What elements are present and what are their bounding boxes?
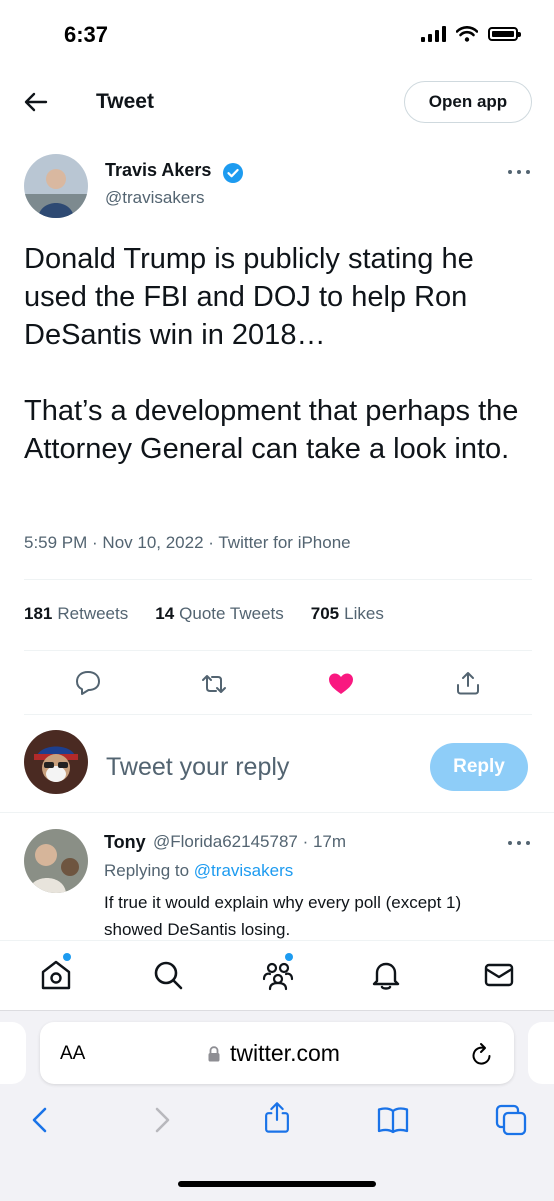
more-options-icon[interactable] bbox=[508, 170, 530, 176]
back-nav-icon[interactable] bbox=[24, 1103, 58, 1137]
next-tab-card[interactable] bbox=[528, 1022, 554, 1084]
home-notification-dot bbox=[63, 953, 71, 961]
user-avatar[interactable] bbox=[24, 730, 88, 794]
url-text[interactable]: twitter.com bbox=[230, 1040, 340, 1067]
tweet-stats: 181 Retweets 14 Quote Tweets 705 Likes bbox=[24, 604, 384, 624]
reload-icon[interactable] bbox=[470, 1041, 494, 1067]
notifications-icon[interactable] bbox=[368, 957, 404, 993]
reader-options-button[interactable]: AA bbox=[60, 1043, 85, 1065]
author-handle[interactable]: @travisakers bbox=[105, 188, 204, 208]
retweet-icon[interactable] bbox=[199, 669, 229, 699]
tweet-text: Donald Trump is publicly stating he used… bbox=[24, 243, 519, 465]
divider bbox=[24, 714, 532, 715]
page-title: Tweet bbox=[96, 90, 154, 113]
reply-author-handle[interactable]: @Florida62145787 · 17m bbox=[153, 832, 346, 852]
previous-tab-card[interactable] bbox=[0, 1022, 26, 1084]
share-sheet-icon[interactable] bbox=[260, 1100, 294, 1134]
replying-to: Replying to @travisakers bbox=[104, 861, 293, 881]
tweet-timestamp: 5:59 PM · Nov 10, 2022 · Twitter for iPh… bbox=[24, 533, 351, 552]
reply-input[interactable]: Tweet your reply bbox=[106, 753, 289, 782]
divider bbox=[24, 650, 532, 651]
verified-badge-icon bbox=[223, 163, 243, 183]
home-indicator bbox=[178, 1181, 376, 1187]
cellular-signal-icon bbox=[421, 26, 446, 42]
search-icon[interactable] bbox=[150, 957, 186, 993]
reply-button[interactable]: Reply bbox=[430, 743, 528, 791]
forward-nav-icon[interactable] bbox=[144, 1103, 178, 1137]
like-icon[interactable] bbox=[326, 669, 356, 699]
arrow-left-icon[interactable] bbox=[20, 86, 52, 118]
communities-icon[interactable] bbox=[260, 957, 296, 993]
messages-icon[interactable] bbox=[481, 957, 517, 993]
reply-icon[interactable] bbox=[73, 668, 103, 698]
status-icons bbox=[421, 26, 521, 42]
author-name[interactable]: Travis Akers bbox=[105, 160, 211, 181]
battery-icon bbox=[488, 27, 521, 41]
reply-author-name[interactable]: Tony bbox=[104, 832, 146, 853]
replying-to-link[interactable]: @travisakers bbox=[194, 861, 293, 880]
communities-notification-dot bbox=[285, 953, 293, 961]
divider bbox=[24, 579, 532, 580]
open-app-button[interactable]: Open app bbox=[404, 81, 532, 123]
author-avatar[interactable] bbox=[24, 154, 88, 218]
share-icon[interactable] bbox=[453, 668, 483, 698]
quote-tweets-stat[interactable]: 14 Quote Tweets bbox=[155, 604, 284, 624]
bookmarks-icon[interactable] bbox=[376, 1103, 410, 1137]
reply-text: If true it would explain why every poll … bbox=[104, 893, 462, 939]
wifi-icon bbox=[456, 26, 478, 42]
lock-icon bbox=[208, 1046, 220, 1062]
status-time: 6:37 bbox=[64, 22, 109, 47]
reply-author-avatar[interactable] bbox=[24, 829, 88, 893]
home-icon[interactable] bbox=[38, 957, 74, 993]
divider bbox=[0, 812, 554, 813]
tabs-icon[interactable] bbox=[494, 1103, 528, 1137]
replying-prefix: Replying to bbox=[104, 861, 190, 880]
likes-stat[interactable]: 705 Likes bbox=[311, 604, 384, 624]
reply-more-options-icon[interactable] bbox=[508, 841, 530, 847]
retweets-stat[interactable]: 181 Retweets bbox=[24, 604, 128, 624]
